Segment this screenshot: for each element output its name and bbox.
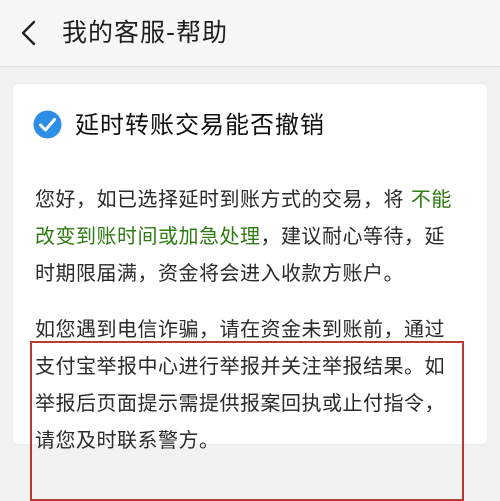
answer-text: 时期限届满，资金将会进入收款方账户。 (35, 261, 404, 285)
help-article-card: 延时转账交易能否撤销 您好，如已选择延时到账方式的交易，将 不能 改变到账时间或… (13, 84, 487, 501)
answer-line: 改变到账时间或加急处理，建议耐心等待，延 (35, 218, 475, 255)
navigation-bar: 我的客服-帮助 (0, 0, 500, 67)
answer-line: 如您遇到电信诈骗，请在资金未到账前，通过 (35, 317, 445, 341)
answer-text: ，建议耐心等待，延 (260, 224, 445, 248)
answer-line: 时期限届满，资金将会进入收款方账户。 (35, 255, 475, 292)
answer-text: 您好，如已选择延时到账方式的交易，将 (35, 187, 411, 211)
answer-paragraph-1: 您好，如已选择延时到账方式的交易，将 不能 改变到账时间或加急处理，建议耐心等待… (35, 181, 475, 292)
answer-line: 请您及时联系警方。 (35, 428, 220, 452)
answer-line: 支付宝举报中心进行举报并关注举报结果。如 (35, 354, 445, 378)
page-title: 我的客服-帮助 (62, 18, 229, 47)
highlight-text: 改变到账时间或加急处理 (35, 224, 261, 248)
question-title: 延时转账交易能否撤销 (75, 111, 325, 139)
answer-line: 您好，如已选择延时到账方式的交易，将 不能 (35, 181, 475, 218)
answer-paragraph-2: 如您遇到电信诈骗，请在资金未到账前，通过 支付宝举报中心进行举报并关注举报结果。… (35, 311, 475, 459)
answer-line: 举报后页面提示需提供报案回执或止付指令， (35, 391, 445, 415)
highlight-text: 不能 (410, 187, 452, 211)
check-circle-icon (33, 110, 62, 139)
chevron-left-icon[interactable] (14, 17, 46, 49)
